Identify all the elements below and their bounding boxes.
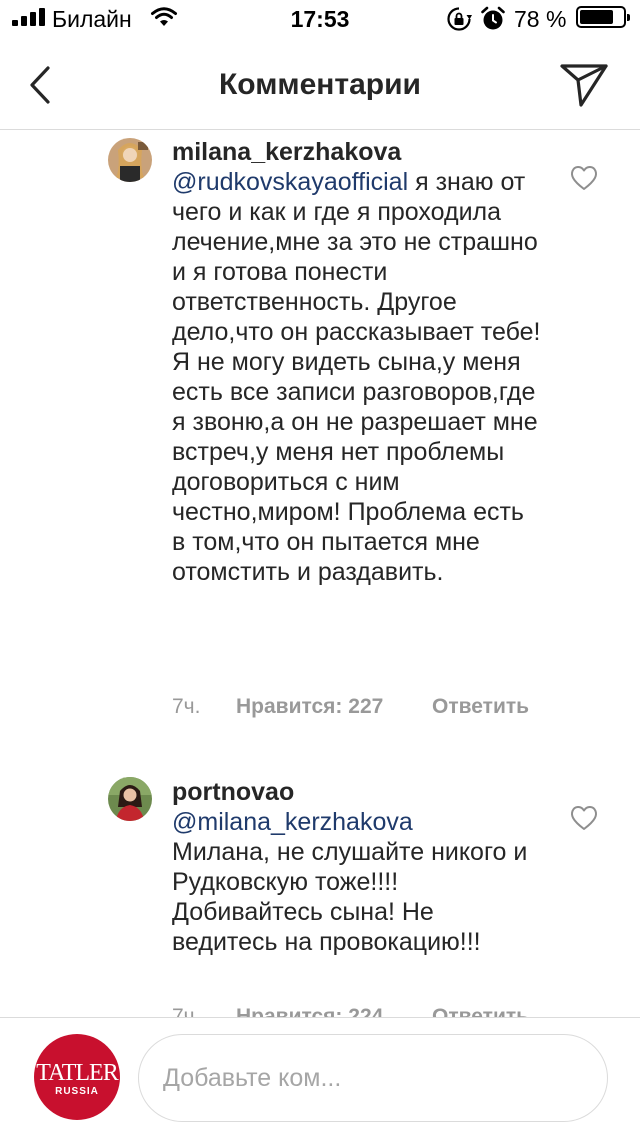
comment-text: я знаю от чего и как и где я проходила л… (172, 168, 541, 586)
paper-plane-icon (560, 64, 608, 107)
reply-button[interactable]: Ответить (432, 695, 529, 719)
heart-icon (570, 806, 598, 830)
comment-text: Милана, не слушайте никого и Рудковскую … (172, 838, 528, 956)
like-button[interactable] (570, 165, 598, 191)
account-avatar[interactable]: TATLER RUSSIA (34, 1034, 120, 1120)
comment-input[interactable] (138, 1034, 608, 1122)
battery-percent: 78 % (514, 6, 567, 32)
comment-mention[interactable]: @milana_kerzhakova (172, 808, 413, 836)
page-title: Комментарии (218, 68, 422, 101)
reply-button[interactable]: Ответить (432, 1005, 529, 1017)
avatar[interactable] (108, 138, 152, 182)
comment-time: 7ч. (172, 695, 201, 718)
comment-username[interactable]: milana_kerzhakova (172, 137, 542, 167)
logo-text: TATLER (36, 1060, 118, 1086)
comment-composer: TATLER RUSSIA (0, 1017, 640, 1136)
comments-list[interactable]: milana_kerzhakova @rudkovskayaofficial я… (0, 131, 640, 1017)
logo-subtext: RUSSIA (55, 1086, 99, 1097)
avatar[interactable] (108, 777, 152, 821)
comment-username[interactable]: portnovao (172, 777, 542, 807)
like-button[interactable] (570, 805, 598, 831)
heart-icon (570, 166, 598, 190)
likes-count[interactable]: Нравится: 224 (236, 1005, 383, 1017)
status-bar: Билайн 17:53 78 % (0, 0, 640, 40)
comment-body: portnovao @milana_kerzhakova Милана, не … (172, 777, 542, 957)
alarm-icon (480, 6, 506, 38)
share-button[interactable] (558, 58, 612, 112)
comment-time: 7ч. (172, 1005, 201, 1017)
comment-mention[interactable]: @rudkovskayaofficial (172, 168, 408, 196)
orientation-lock-icon (446, 6, 472, 38)
battery-icon (576, 6, 630, 28)
comment-body: milana_kerzhakova @rudkovskayaofficial я… (172, 137, 542, 587)
nav-bar: Комментарии (0, 40, 640, 130)
likes-count[interactable]: Нравится: 227 (236, 695, 383, 719)
